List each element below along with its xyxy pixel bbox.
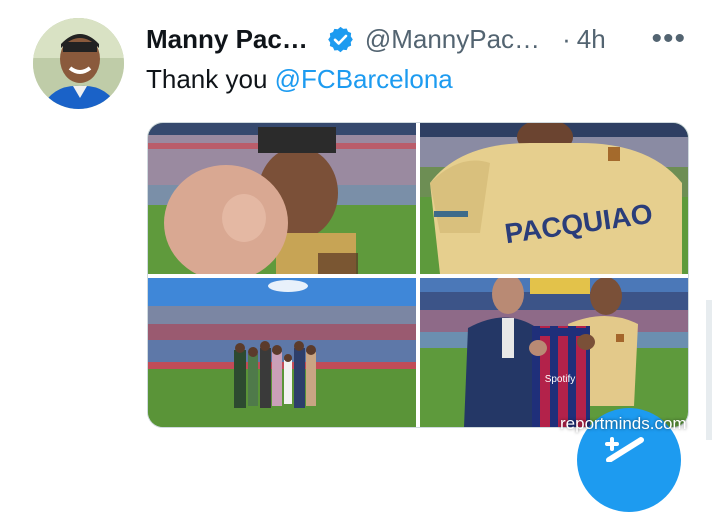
timestamp[interactable]: 4h — [577, 24, 606, 55]
watermark-text: reportminds.com — [560, 414, 687, 433]
avatar[interactable] — [33, 18, 124, 109]
compose-icon — [605, 437, 644, 462]
photo-3[interactable] — [148, 278, 416, 427]
photo-1[interactable] — [148, 123, 416, 274]
photo-4[interactable]: Spotify — [420, 278, 688, 427]
separator-dot: · — [562, 23, 571, 54]
tweet-header: Manny Pac… @MannyPac… · 4h ••• — [146, 22, 690, 56]
media-grid: PACQUIAO Spotify — [147, 122, 689, 428]
photo-2[interactable]: PACQUIAO — [420, 123, 688, 274]
tweet-text-prefix: Thank you — [146, 64, 275, 94]
mention-link[interactable]: @FCBarcelona — [275, 64, 453, 94]
author-handle[interactable]: @MannyPac… — [365, 24, 540, 55]
jersey-sponsor: Spotify — [545, 374, 576, 385]
page-edge — [706, 300, 712, 440]
tweet-text: Thank you @FCBarcelona — [146, 64, 453, 95]
verified-badge-icon — [326, 25, 355, 54]
author-name[interactable]: Manny Pac… — [146, 24, 308, 55]
more-icon[interactable]: ••• — [651, 22, 686, 56]
